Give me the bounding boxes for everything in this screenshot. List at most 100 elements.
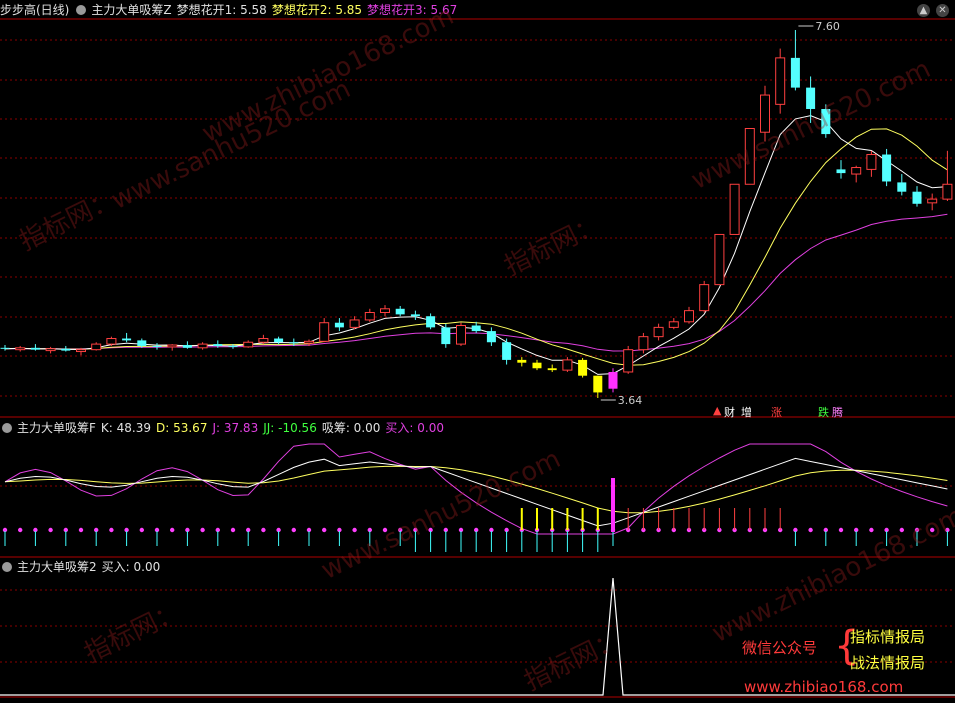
indicator-name: 主力大单吸筹2: [17, 560, 97, 574]
candle-up: [243, 341, 254, 348]
jj-value: JJ: -10.56: [263, 421, 317, 435]
candle-down: [517, 359, 527, 363]
candle-down: [912, 191, 922, 204]
candle-down: [897, 182, 907, 192]
candle-up: [15, 347, 26, 351]
candle-up: [760, 94, 770, 133]
candle-down: [410, 314, 420, 317]
teng-signal: 腾: [832, 406, 843, 419]
candle-up: [927, 198, 938, 204]
candle-down: [806, 87, 816, 109]
arrow-up-icon[interactable]: ▲: [917, 4, 930, 17]
buy-bar: [611, 478, 615, 532]
candle-down: [152, 345, 162, 347]
candle-down: [486, 331, 496, 343]
candle-up: [258, 338, 269, 343]
candle-up: [744, 128, 755, 185]
candle-down: [0, 347, 10, 349]
promo-line2: 战法情报局: [850, 654, 926, 672]
indicator-toggle-icon[interactable]: [76, 5, 87, 15]
close-icon[interactable]: ✕: [936, 4, 949, 17]
candle-up: [866, 154, 877, 170]
candle-down: [593, 375, 603, 393]
ma1-value: 梦想花开1: 5.58: [176, 3, 267, 17]
baseline-dot: [838, 527, 844, 533]
candle-down: [547, 368, 557, 371]
candle-down: [426, 316, 436, 328]
candle-down: [228, 345, 238, 347]
candle-down: [882, 154, 892, 182]
k-line: [4, 457, 948, 527]
candle-up: [76, 349, 86, 353]
baseline-dot: [18, 527, 23, 533]
buy-panel-header: 主力大单吸筹2 买入: 0.00: [0, 558, 165, 576]
baseline-dot: [291, 527, 296, 533]
promo-line1: 指标情报局: [850, 628, 926, 646]
baseline-dot: [899, 527, 904, 533]
ma2-value: 梦想花开2: 5.85: [271, 3, 363, 17]
candle-up: [714, 233, 725, 286]
j-line: [4, 443, 948, 535]
promo-site[interactable]: www.zhibiao168.com: [744, 678, 903, 696]
baseline-dot: [230, 527, 236, 533]
candle-down: [608, 371, 618, 389]
candle-down: [137, 340, 147, 346]
candle-down: [821, 108, 831, 135]
candle-down: [213, 344, 223, 346]
indicator-name: 主力大单吸筹F: [17, 421, 96, 435]
ma3-value: 梦想花开3: 5.67: [367, 3, 458, 17]
candle-up: [851, 167, 862, 175]
candle-up: [623, 349, 634, 373]
candle-up: [319, 322, 330, 342]
promo-box: 微信公众号 { 指标情报局 战法情报局 www.zhibiao168.com: [742, 626, 952, 698]
candle-down: [578, 359, 588, 376]
candle-up: [364, 312, 375, 321]
stock-chart-canvas: 7.60 3.64: [0, 18, 955, 698]
baseline-dot: [808, 527, 813, 533]
candle-down: [30, 347, 40, 350]
high-label: 7.60: [815, 20, 840, 33]
candle-up: [91, 343, 102, 351]
candle-up: [167, 344, 178, 348]
candle-down: [790, 57, 800, 88]
candle-down: [502, 342, 512, 360]
j-value: J: 37.83: [212, 421, 259, 435]
indicator-name: 主力大单吸筹Z: [91, 3, 172, 17]
baseline-dot: [170, 527, 175, 533]
candle-down: [61, 348, 71, 351]
candle-down: [471, 325, 481, 332]
candle-up: [699, 284, 710, 312]
candle-up: [775, 57, 786, 105]
candle-down: [122, 338, 132, 341]
candle-up: [942, 183, 953, 200]
baseline-dot: [261, 527, 266, 533]
indicator-toggle-icon[interactable]: [2, 423, 12, 433]
candle-down: [836, 169, 846, 174]
d-line: [4, 465, 948, 514]
candle-down: [289, 342, 299, 344]
candle-down: [532, 362, 542, 369]
baseline-dot: [48, 527, 53, 533]
die-signal: 跌: [818, 406, 829, 419]
buy-value: 买入: 0.00: [385, 421, 444, 435]
k-value: K: 48.39: [100, 421, 151, 435]
zhang-signal: 涨: [771, 406, 782, 419]
candle-up: [45, 348, 56, 352]
stock-title: 步步高(日线): [0, 3, 70, 17]
candle-up: [668, 321, 679, 328]
candle-up: [684, 310, 694, 323]
candle-up: [106, 338, 117, 345]
candle-up: [729, 183, 740, 235]
buy-value: 买入: 0.00: [101, 560, 161, 574]
promo-label: 微信公众号: [742, 639, 818, 657]
candle-down: [441, 327, 451, 345]
candle-down: [334, 322, 344, 328]
indicator-toggle-icon[interactable]: [2, 562, 12, 572]
cai-signal: 财: [724, 406, 735, 419]
low-label: 3.64: [618, 394, 643, 407]
candle-down: [182, 345, 192, 348]
baseline-dot: [352, 527, 357, 533]
candle-up: [304, 340, 314, 344]
candle-up: [638, 336, 649, 351]
baseline-dot: [200, 527, 205, 533]
